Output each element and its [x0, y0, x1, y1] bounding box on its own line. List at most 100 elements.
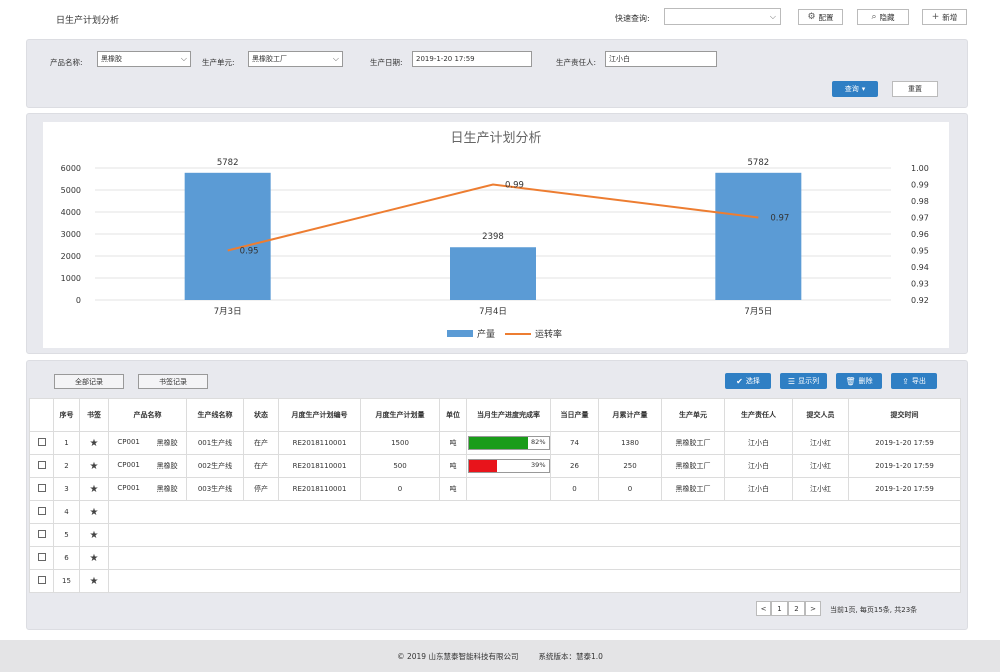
bookmark-cell: ★	[79, 523, 109, 547]
reset-button[interactable]: 重置	[892, 81, 938, 97]
progress-label: 82%	[531, 438, 546, 446]
star-icon[interactable]: ★	[90, 461, 99, 472]
row-checkbox[interactable]	[37, 461, 46, 469]
config-button-label: 配置	[818, 12, 834, 22]
select-button-label: 选择	[745, 377, 760, 385]
column-header: 生产线名称	[186, 398, 244, 432]
row-checkbox[interactable]	[37, 438, 46, 446]
status-text: 停产	[243, 477, 279, 501]
query-button[interactable]: 查询 ▾	[832, 81, 878, 97]
unit: 吨	[439, 454, 467, 478]
star-icon[interactable]: ★	[90, 553, 99, 564]
select-button[interactable]: ✔ 选择	[725, 373, 771, 389]
export-icon: ⇪	[902, 376, 909, 386]
pagination-page-2[interactable]: 2	[788, 601, 805, 616]
hide-button[interactable]: ⌕ 隐藏	[857, 9, 909, 25]
submitter: 江小红	[792, 454, 849, 478]
bar-2	[450, 247, 536, 300]
column-header: 提交时间	[848, 398, 961, 432]
y-right-tick-label: 0.95	[911, 247, 929, 256]
query-button-label: 查询	[844, 85, 859, 93]
chart-panel: 日生产计划分析 0 1000 2000 3000 4000 5000 6000 0.92 0.93…	[26, 113, 968, 354]
pagination-info: 当前1页, 每页15条, 共23条	[830, 606, 918, 614]
progress-cell: 82%	[466, 431, 551, 455]
chart-title: 日生产计划分析	[450, 131, 541, 146]
plan-quantity: 1500	[360, 431, 440, 455]
submitter: 江小红	[792, 431, 849, 455]
product-name: CP001 黑橡胶	[110, 461, 186, 471]
add-button-label: 新增	[942, 12, 958, 22]
column-header: 序号	[53, 398, 80, 432]
column-header: 月度生产计划量	[360, 398, 440, 432]
pagination-next[interactable]: >	[805, 601, 821, 616]
y-right-tick-label: 0.97	[911, 214, 929, 223]
table-row[interactable]: 1 ★ CP001 黑橡胶 001生产线 在产 RE2018110001 1500 吨 82% 74…	[29, 431, 961, 455]
table-cell	[108, 500, 961, 524]
table-cell	[108, 523, 961, 547]
tab-bookmark-records[interactable]: 书签记录	[138, 374, 208, 389]
row-number: 1	[53, 431, 80, 455]
top-bar: 日生产计划分析 快速查询: ⌵ ⚙ 配置 ⌕ 隐藏 + 新增	[0, 0, 1000, 36]
progress-label: 39%	[531, 461, 546, 469]
row-number: 6	[53, 546, 80, 570]
export-button[interactable]: ⇪ 导出	[891, 373, 937, 389]
star-icon[interactable]: ★	[90, 530, 99, 541]
product-label: 产品名称:	[50, 58, 83, 67]
unit: 吨	[439, 477, 467, 501]
row-checkbox[interactable]	[37, 553, 46, 561]
delete-button[interactable]: 🗑 删除	[836, 373, 882, 389]
progress-cell	[466, 477, 551, 501]
y-left-tick-label: 6000	[61, 164, 81, 173]
row-checkbox[interactable]	[37, 484, 46, 492]
product-name: CP001 黑橡胶	[110, 484, 186, 494]
production-line: 001生产线	[186, 431, 244, 455]
status-text: 在产	[243, 454, 279, 478]
row-checkbox-cell	[29, 477, 54, 501]
table-row[interactable]: 4 ★	[29, 500, 961, 524]
date-input[interactable]: 2019-1-20 17:59	[412, 51, 532, 67]
star-icon[interactable]: ★	[90, 438, 99, 449]
daily-output: 0	[550, 477, 599, 501]
column-header: 书签	[79, 398, 109, 432]
add-button[interactable]: + 新增	[922, 9, 967, 25]
table-row[interactable]: 6 ★	[29, 546, 961, 570]
product-name-cell: CP001 黑橡胶	[108, 454, 187, 478]
plan-number: RE2018110001	[278, 454, 361, 478]
columns-button[interactable]: ☰ 显示列	[780, 373, 827, 389]
line-value-label: 0.95	[240, 247, 259, 257]
pagination-page-1[interactable]: 1	[771, 601, 788, 616]
table-row[interactable]: 15 ★	[29, 569, 961, 593]
progress-bar: 82%	[467, 436, 550, 450]
star-icon[interactable]: ★	[90, 484, 99, 495]
plan-quantity: 500	[360, 454, 440, 478]
legend-label-output: 产量	[477, 328, 495, 340]
unit: 吨	[439, 431, 467, 455]
plan-quantity: 0	[360, 477, 440, 501]
row-checkbox[interactable]	[37, 530, 46, 538]
footer-copyright: © 2019 山东慧泰智能科技有限公司	[397, 651, 519, 661]
tab-all-records[interactable]: 全部记录	[54, 374, 124, 389]
product-title: 黑橡胶	[156, 462, 178, 470]
owner: 江小白	[724, 431, 793, 455]
page-title: 日生产计划分析	[56, 16, 120, 26]
pagination-prev[interactable]: <	[756, 601, 771, 616]
unit-select[interactable]: 黑橡胶工厂 ⌵	[248, 51, 343, 67]
row-checkbox[interactable]	[37, 576, 46, 584]
star-icon[interactable]: ★	[90, 576, 99, 587]
quick-search-select[interactable]: ⌵	[664, 8, 781, 25]
export-button-label: 导出	[911, 377, 926, 385]
unit-label: 生产单元:	[202, 58, 235, 67]
star-icon[interactable]: ★	[90, 507, 99, 518]
table-row[interactable]: 5 ★	[29, 523, 961, 547]
table-row[interactable]: 2 ★ CP001 黑橡胶 002生产线 在产 RE2018110001 500 吨 39% 26 2…	[29, 454, 961, 478]
x-tick-label: 7月4日	[479, 307, 507, 317]
owner-input[interactable]: 江小白	[605, 51, 717, 67]
product-select[interactable]: 黑橡胶 ⌵	[97, 51, 191, 67]
table-row[interactable]: 3 ★ CP001 黑橡胶 003生产线 停产 RE2018110001 0 吨 0 0 黑橡胶工厂江…	[29, 477, 961, 501]
row-checkbox[interactable]	[37, 507, 46, 515]
columns-button-label: 显示列	[798, 377, 820, 385]
y-left-tick-label: 1000	[61, 274, 81, 283]
monthly-output: 250	[598, 454, 662, 478]
line-value-label: 0.97	[770, 214, 789, 224]
config-button[interactable]: ⚙ 配置	[798, 9, 843, 25]
